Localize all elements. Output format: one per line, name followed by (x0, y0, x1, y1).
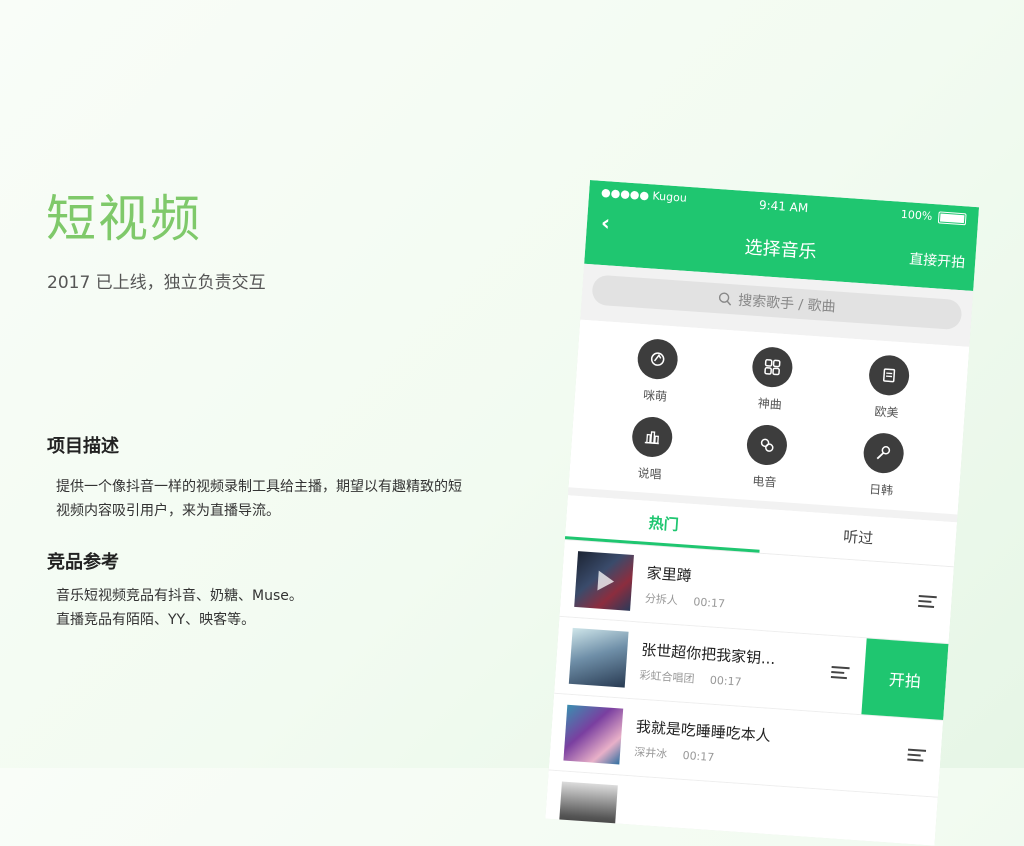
category-label: 说唱 (599, 461, 700, 485)
song-cover (563, 705, 623, 765)
mimeng-icon (636, 338, 679, 381)
page-title: 短视频 (46, 188, 202, 250)
song-duration: 00:17 (709, 674, 742, 689)
category-shuochang[interactable]: 说唱 (599, 414, 703, 486)
category-rihan[interactable]: 日韩 (831, 430, 935, 502)
category-label: 电音 (714, 469, 815, 493)
song-duration: 00:17 (682, 749, 715, 764)
phone-mockup: ●●●●● Kugou 9:41 AM 100% ‹ 选择音乐 直接开拍 搜索歌… (545, 180, 979, 846)
section-heading-competitors: 竞品参考 (47, 548, 119, 574)
list-menu-icon[interactable] (906, 747, 927, 766)
category-label: 神曲 (719, 392, 820, 416)
song-meta: 彩虹合唱团 00:17 (639, 667, 754, 691)
category-label: 欧美 (836, 400, 937, 424)
oumei-icon (868, 354, 911, 397)
status-right: 100% (900, 208, 966, 226)
category-grid: 咪萌 神曲 欧美 说唱 (569, 320, 970, 515)
category-mimeng[interactable]: 咪萌 (605, 336, 709, 408)
description-line: 视频内容吸引用户，来为直播导流。 (56, 499, 506, 523)
song-duration: 00:17 (693, 595, 726, 610)
start-shoot-button[interactable]: 开拍 (861, 638, 948, 720)
song-artist: 分拆人 (644, 592, 678, 607)
list-menu-icon[interactable] (917, 593, 938, 612)
page-subtitle: 2017 已上线，独立负责交互 (47, 268, 266, 293)
song-meta: 分拆人 00:17 (644, 590, 737, 612)
category-oumei[interactable]: 欧美 (836, 352, 940, 424)
competitors-line: 直播竞品有陌陌、YY、映客等。 (56, 608, 506, 632)
battery-icon (938, 211, 967, 225)
song-artist: 彩虹合唱团 (639, 669, 695, 686)
play-icon (574, 551, 634, 611)
song-cover (574, 551, 634, 611)
section-heading-description: 项目描述 (47, 432, 119, 458)
list-menu-icon[interactable] (830, 664, 851, 683)
song-cover (558, 782, 618, 842)
section-body-competitors: 音乐短视频竞品有抖音、奶糖、Muse。 直播竞品有陌陌、YY、映客等。 (56, 584, 506, 632)
search-icon (718, 291, 733, 306)
section-body-description: 提供一个像抖音一样的视频录制工具给主播，期望以有趣精致的短 视频内容吸引用户，来… (56, 475, 506, 523)
dianyin-icon (746, 424, 789, 467)
song-title: 我就是吃睡睡吃本人 (635, 716, 771, 746)
category-label: 咪萌 (605, 384, 706, 408)
shenqu-icon (751, 346, 794, 389)
phone-screen: ●●●●● Kugou 9:41 AM 100% ‹ 选择音乐 直接开拍 搜索歌… (545, 180, 979, 846)
song-meta: 深井冰 00:17 (634, 743, 727, 765)
rihan-icon (862, 432, 905, 475)
category-label: 日韩 (831, 478, 932, 502)
description-line: 提供一个像抖音一样的视频录制工具给主播，期望以有趣精致的短 (56, 475, 506, 499)
battery-percent: 100% (900, 208, 932, 223)
category-dianyin[interactable]: 电音 (714, 422, 818, 494)
direct-shoot-button[interactable]: 直接开拍 (909, 248, 966, 272)
search-placeholder: 搜索歌手 / 歌曲 (738, 290, 837, 317)
song-cover (569, 628, 629, 688)
shuochang-icon (631, 416, 674, 459)
category-shenqu[interactable]: 神曲 (719, 344, 823, 416)
song-title: 张世超你把我家钥... (641, 639, 776, 669)
competitors-line: 音乐短视频竞品有抖音、奶糖、Muse。 (56, 584, 506, 608)
song-artist: 深井冰 (634, 745, 668, 760)
song-title: 家里蹲 (646, 562, 692, 586)
